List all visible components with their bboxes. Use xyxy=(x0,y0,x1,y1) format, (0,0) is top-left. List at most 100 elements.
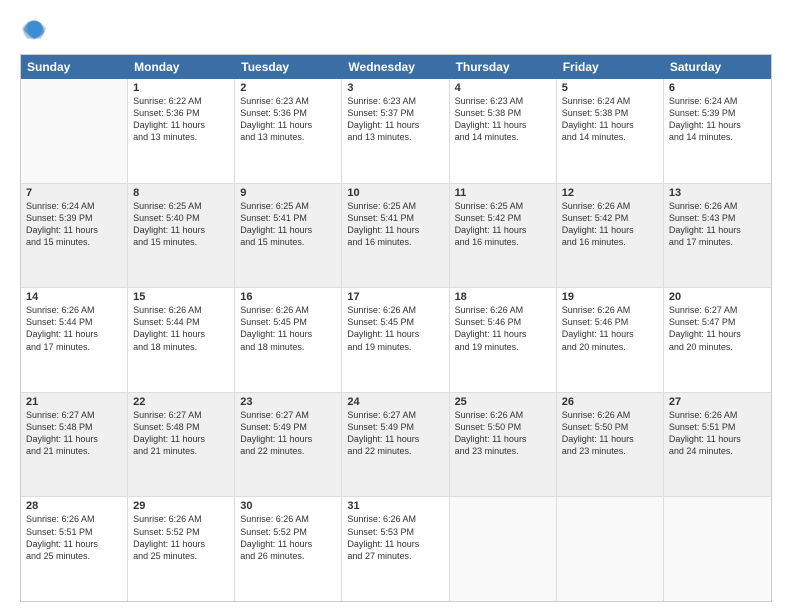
cell-info-line: Daylight: 11 hours xyxy=(26,328,122,340)
cal-cell: 15Sunrise: 6:26 AMSunset: 5:44 PMDayligh… xyxy=(128,288,235,392)
header-day-friday: Friday xyxy=(557,55,664,79)
cell-info-line: Sunrise: 6:26 AM xyxy=(347,513,443,525)
cell-info-line: and 14 minutes. xyxy=(562,131,658,143)
cell-info-line: and 17 minutes. xyxy=(26,341,122,353)
cell-info-line: Sunrise: 6:25 AM xyxy=(240,200,336,212)
cell-info-line: Daylight: 11 hours xyxy=(669,328,766,340)
cell-info-line: and 20 minutes. xyxy=(562,341,658,353)
cal-cell: 3Sunrise: 6:23 AMSunset: 5:37 PMDaylight… xyxy=(342,79,449,183)
cal-cell xyxy=(557,497,664,601)
day-number: 10 xyxy=(347,187,443,199)
cell-info-line: Sunrise: 6:27 AM xyxy=(240,409,336,421)
cell-info-line: Sunset: 5:49 PM xyxy=(347,421,443,433)
calendar: SundayMondayTuesdayWednesdayThursdayFrid… xyxy=(20,54,772,602)
cell-info-line: and 13 minutes. xyxy=(347,131,443,143)
day-number: 16 xyxy=(240,291,336,303)
cell-info-line: Daylight: 11 hours xyxy=(562,328,658,340)
cell-info-line: Daylight: 11 hours xyxy=(133,328,229,340)
cell-info-line: and 21 minutes. xyxy=(133,445,229,457)
cell-info-line: Sunrise: 6:24 AM xyxy=(26,200,122,212)
cell-info-line: Sunrise: 6:26 AM xyxy=(240,513,336,525)
cal-cell: 22Sunrise: 6:27 AMSunset: 5:48 PMDayligh… xyxy=(128,393,235,497)
cal-week-2: 7Sunrise: 6:24 AMSunset: 5:39 PMDaylight… xyxy=(21,184,771,289)
cell-info-line: Daylight: 11 hours xyxy=(240,224,336,236)
calendar-body: 1Sunrise: 6:22 AMSunset: 5:36 PMDaylight… xyxy=(21,79,771,601)
cell-info-line: Sunset: 5:44 PM xyxy=(26,316,122,328)
cal-cell: 12Sunrise: 6:26 AMSunset: 5:42 PMDayligh… xyxy=(557,184,664,288)
cell-info-line: Daylight: 11 hours xyxy=(347,224,443,236)
cal-cell: 26Sunrise: 6:26 AMSunset: 5:50 PMDayligh… xyxy=(557,393,664,497)
cal-cell xyxy=(664,497,771,601)
cell-info-line: and 14 minutes. xyxy=(455,131,551,143)
cell-info-line: Sunset: 5:52 PM xyxy=(133,526,229,538)
cell-info-line: and 21 minutes. xyxy=(26,445,122,457)
cell-info-line: Sunset: 5:49 PM xyxy=(240,421,336,433)
cal-cell: 19Sunrise: 6:26 AMSunset: 5:46 PMDayligh… xyxy=(557,288,664,392)
header-day-sunday: Sunday xyxy=(21,55,128,79)
cell-info-line: Daylight: 11 hours xyxy=(133,538,229,550)
cell-info-line: Sunrise: 6:25 AM xyxy=(347,200,443,212)
cell-info-line: and 19 minutes. xyxy=(455,341,551,353)
cell-info-line: Sunrise: 6:26 AM xyxy=(26,304,122,316)
day-number: 19 xyxy=(562,291,658,303)
day-number: 17 xyxy=(347,291,443,303)
cell-info-line: Sunset: 5:36 PM xyxy=(133,107,229,119)
page: SundayMondayTuesdayWednesdayThursdayFrid… xyxy=(0,0,792,612)
cal-cell: 1Sunrise: 6:22 AMSunset: 5:36 PMDaylight… xyxy=(128,79,235,183)
header-day-tuesday: Tuesday xyxy=(235,55,342,79)
cal-cell: 17Sunrise: 6:26 AMSunset: 5:45 PMDayligh… xyxy=(342,288,449,392)
cell-info-line: Sunrise: 6:26 AM xyxy=(455,409,551,421)
cell-info-line: and 15 minutes. xyxy=(240,236,336,248)
day-number: 6 xyxy=(669,82,766,94)
cell-info-line: and 14 minutes. xyxy=(669,131,766,143)
cell-info-line: Sunrise: 6:26 AM xyxy=(562,304,658,316)
cell-info-line: Daylight: 11 hours xyxy=(455,328,551,340)
cell-info-line: Daylight: 11 hours xyxy=(562,119,658,131)
cell-info-line: Daylight: 11 hours xyxy=(455,433,551,445)
day-number: 9 xyxy=(240,187,336,199)
cell-info-line: Sunset: 5:47 PM xyxy=(669,316,766,328)
cell-info-line: Daylight: 11 hours xyxy=(669,433,766,445)
day-number: 30 xyxy=(240,500,336,512)
cell-info-line: Daylight: 11 hours xyxy=(347,433,443,445)
cell-info-line: Sunrise: 6:26 AM xyxy=(455,304,551,316)
cal-cell: 20Sunrise: 6:27 AMSunset: 5:47 PMDayligh… xyxy=(664,288,771,392)
cal-cell: 2Sunrise: 6:23 AMSunset: 5:36 PMDaylight… xyxy=(235,79,342,183)
day-number: 22 xyxy=(133,396,229,408)
cell-info-line: Daylight: 11 hours xyxy=(26,224,122,236)
cell-info-line: and 19 minutes. xyxy=(347,341,443,353)
cell-info-line: Sunset: 5:50 PM xyxy=(562,421,658,433)
day-number: 7 xyxy=(26,187,122,199)
day-number: 29 xyxy=(133,500,229,512)
cell-info-line: Sunset: 5:41 PM xyxy=(240,212,336,224)
cell-info-line: Sunset: 5:45 PM xyxy=(240,316,336,328)
cell-info-line: and 16 minutes. xyxy=(455,236,551,248)
header-day-thursday: Thursday xyxy=(450,55,557,79)
day-number: 26 xyxy=(562,396,658,408)
cell-info-line: Daylight: 11 hours xyxy=(562,224,658,236)
cell-info-line: Sunset: 5:42 PM xyxy=(562,212,658,224)
cell-info-line: Sunset: 5:37 PM xyxy=(347,107,443,119)
day-number: 11 xyxy=(455,187,551,199)
cell-info-line: Sunrise: 6:26 AM xyxy=(240,304,336,316)
cell-info-line: Sunset: 5:42 PM xyxy=(455,212,551,224)
cell-info-line: Sunrise: 6:26 AM xyxy=(562,409,658,421)
cal-cell: 27Sunrise: 6:26 AMSunset: 5:51 PMDayligh… xyxy=(664,393,771,497)
logo xyxy=(20,16,52,44)
cal-cell: 6Sunrise: 6:24 AMSunset: 5:39 PMDaylight… xyxy=(664,79,771,183)
cell-info-line: Sunrise: 6:26 AM xyxy=(562,200,658,212)
cell-info-line: and 25 minutes. xyxy=(26,550,122,562)
cell-info-line: and 13 minutes. xyxy=(240,131,336,143)
cell-info-line: Sunrise: 6:25 AM xyxy=(455,200,551,212)
cell-info-line: Daylight: 11 hours xyxy=(240,119,336,131)
cal-week-1: 1Sunrise: 6:22 AMSunset: 5:36 PMDaylight… xyxy=(21,79,771,184)
cal-cell: 8Sunrise: 6:25 AMSunset: 5:40 PMDaylight… xyxy=(128,184,235,288)
cell-info-line: and 23 minutes. xyxy=(455,445,551,457)
cell-info-line: Sunrise: 6:24 AM xyxy=(669,95,766,107)
cell-info-line: and 26 minutes. xyxy=(240,550,336,562)
cell-info-line: and 18 minutes. xyxy=(240,341,336,353)
cell-info-line: Sunset: 5:46 PM xyxy=(562,316,658,328)
cell-info-line: Sunrise: 6:26 AM xyxy=(669,409,766,421)
cell-info-line: Sunrise: 6:22 AM xyxy=(133,95,229,107)
cell-info-line: and 22 minutes. xyxy=(240,445,336,457)
